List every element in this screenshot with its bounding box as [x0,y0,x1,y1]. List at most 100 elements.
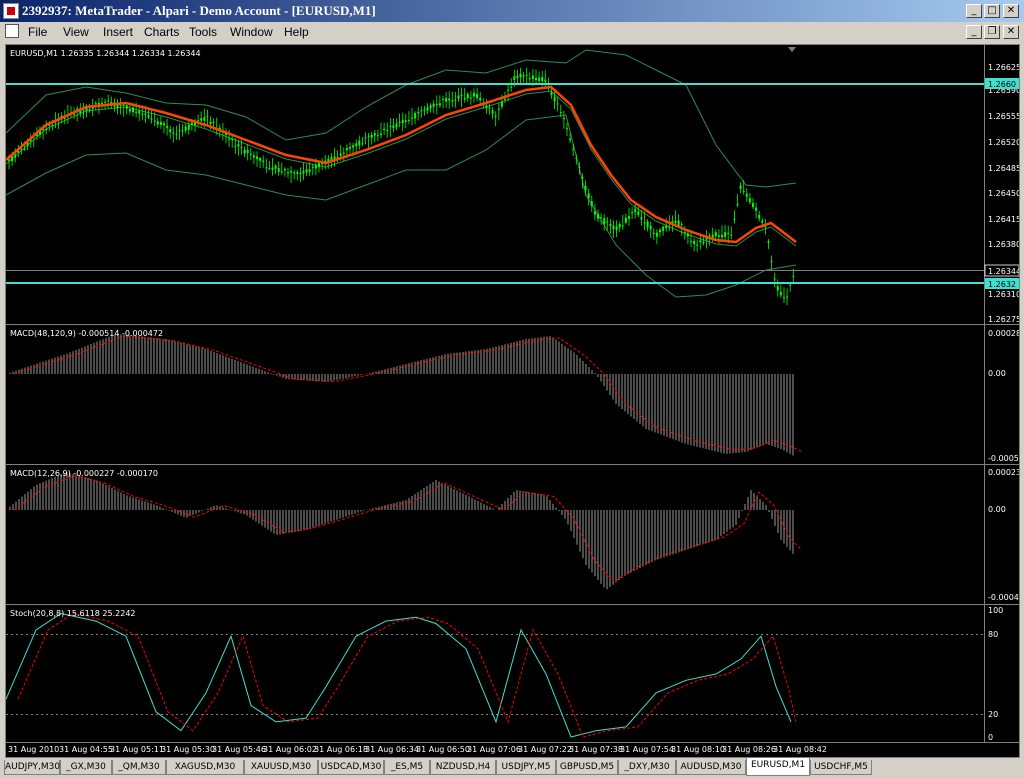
time-tick: 31 Aug 05:30 [161,745,215,754]
bollinger-lower-band [5,114,797,298]
candle-body [724,232,727,238]
candle-body [584,185,587,191]
time-tick: 31 Aug 07:38 [569,745,623,754]
candle-body [367,135,370,137]
tab-dxy[interactable]: _DXY,M30 [618,760,676,775]
candle-body [677,220,680,226]
candle-body [773,278,776,280]
candle-body [776,286,779,291]
tab-qm[interactable]: _QM,M30 [112,760,166,775]
candle-body [411,117,413,119]
candle-body [197,120,200,122]
candle-body [597,214,599,219]
tab-es[interactable]: _ES,M5 [384,760,430,775]
candle-body [690,241,692,243]
tab-gx[interactable]: _GX,M30 [60,760,112,775]
price-tick: 1.26415 [988,215,1019,224]
tab-xagusd[interactable]: XAGUSD,M30 [166,760,244,775]
candle-body [525,74,528,76]
candle-body [141,113,144,115]
candle-body [442,98,444,100]
candle-body [742,191,745,193]
candle-body [107,100,110,102]
menu-view[interactable]: View [63,25,89,39]
menu-file[interactable]: File [28,25,47,39]
menu-tools[interactable]: Tools [189,25,217,39]
candle-body [507,89,510,91]
candle-body [200,118,203,121]
stoch-scale-80: 80 [988,630,998,639]
tab-usdchf[interactable]: USDCHF,M5 [810,760,872,775]
stoch-label: Stoch(20,8,8) 15.6118 25.2242 [10,609,136,618]
candle-body [556,103,559,105]
candle-body [206,115,209,117]
tab-eurusd[interactable]: EURUSD,M1 [746,758,810,776]
menu-bar: File View Insert Charts Tools Window Hel… [0,22,1024,42]
tab-audusd[interactable]: AUDUSD,M30 [676,760,746,775]
candle-body [283,169,286,171]
minimize-button[interactable]: _ [966,4,982,18]
candle-body [296,172,299,174]
tab-nzdusd[interactable]: NZDUSD,H4 [430,760,496,775]
chart-window[interactable]: EURUSD,M1 1.26335 1.26344 1.26334 1.2634… [5,44,1024,758]
macd1-histogram [9,334,794,456]
maximize-button[interactable]: □ [984,4,1000,18]
menu-charts[interactable]: Charts [144,25,179,39]
menu-insert[interactable]: Insert [103,25,133,39]
candle-body [364,137,367,139]
tab-usdjpy[interactable]: USDJPY,M5 [496,760,556,775]
candle-body [562,117,565,120]
candle-body [603,218,606,224]
tab-xauusd[interactable]: XAUUSD,M30 [244,760,318,775]
candle-body [485,105,488,109]
stoch-scale-100: 100 [988,606,1003,615]
candle-body [609,223,612,226]
time-tick: 31 Aug 06:18 [314,745,368,754]
tab-usdcad[interactable]: USDCAD,M30 [318,760,384,775]
candle-body [488,107,491,109]
doc-restore-button[interactable]: ❐ [984,25,1000,39]
candle-body [262,160,265,162]
candle-body [259,158,262,161]
chart-shift-marker[interactable] [788,47,796,52]
chart-canvas[interactable]: EURUSD,M1 1.26335 1.26344 1.26334 1.2634… [5,45,1024,757]
candle-body [566,128,568,130]
chart-tab-bar: AUDJPY,M30 _GX,M30 _QM,M30 XAGUSD,M30 XA… [0,758,1024,778]
doc-minimize-button[interactable]: _ [966,25,982,39]
candle-body [45,129,48,131]
candle-body [457,95,460,99]
metatrader-app-icon[interactable] [3,3,19,19]
tab-gbpusd[interactable]: GBPUSD,M5 [556,760,618,775]
macd2-label: MACD(12,26,9) -0.000227 -0.000170 [10,469,158,478]
price-tick: 1.26380 [988,240,1019,249]
candle-body [432,103,435,107]
candle-body [435,104,438,106]
candle-body [426,107,429,111]
price-tick: 1.26625 [988,63,1019,72]
macd2-scale-bottom: -0.00049 [988,593,1019,602]
close-button[interactable]: ✕ [1003,4,1019,18]
candle-body [581,177,584,179]
candle-body [438,103,441,106]
candle-body [280,171,283,173]
bollinger-upper-band [5,49,797,188]
candle-body [469,97,472,99]
doc-close-button[interactable]: ✕ [1003,25,1019,39]
candle-body [522,75,525,77]
candle-body [733,218,736,220]
menu-help[interactable]: Help [284,25,309,39]
candle-body [686,233,689,237]
candle-body [271,167,274,170]
main-pane-label: EURUSD,M1 1.26335 1.26344 1.26334 1.2634… [10,49,201,58]
window-title: 2392937: MetaTrader - Alpari - Demo Acco… [22,3,376,18]
tab-audjpy[interactable]: AUDJPY,M30 [4,760,60,775]
macd1-scale-bottom: -0.00055 [988,454,1019,463]
candle-body [634,208,637,213]
chart-document-icon[interactable] [5,24,19,38]
time-tick: 31 Aug 06:02 [263,745,317,754]
time-axis: 31 Aug 2010 31 Aug 04:55 31 Aug 05:11 31… [8,745,827,754]
level-low-price-label: 1.2632 [988,280,1016,289]
candle-body [500,102,503,107]
menu-window[interactable]: Window [230,25,273,39]
candle-body [265,167,268,169]
